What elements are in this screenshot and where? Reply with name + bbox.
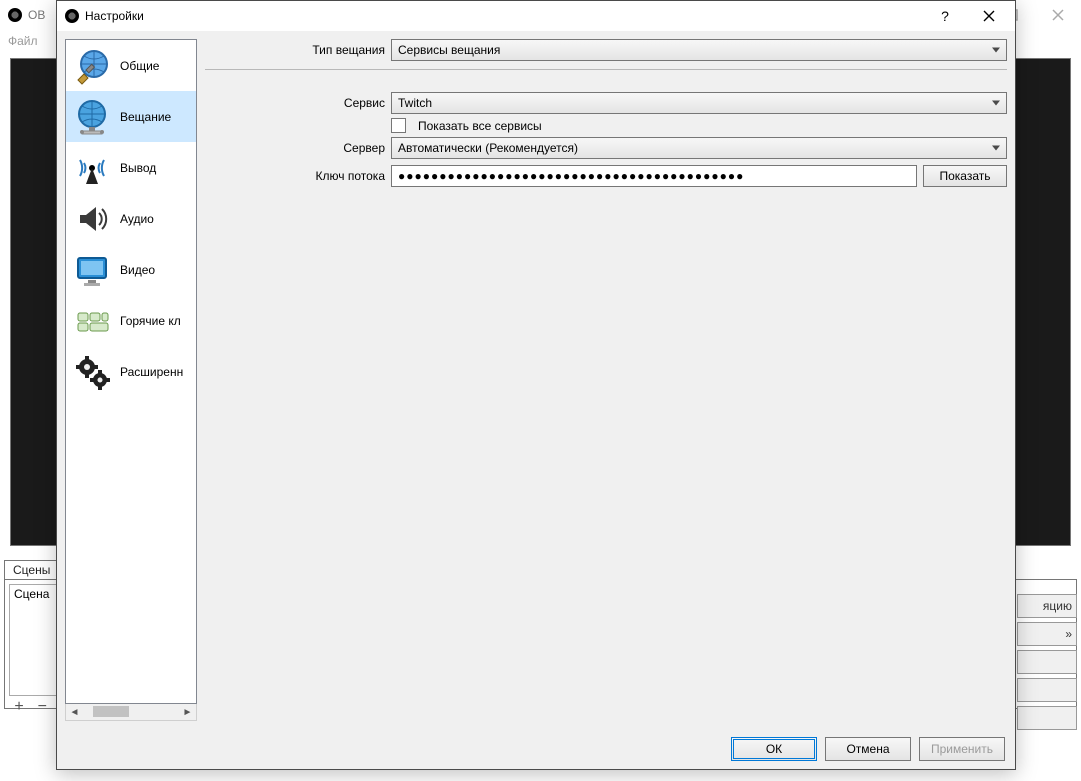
scene-remove-button[interactable]: − <box>32 698 52 716</box>
menu-file[interactable]: Файл <box>8 34 38 48</box>
antenna-icon <box>70 146 114 190</box>
dialog-footer: ОК Отмена Применить <box>57 729 1015 769</box>
server-combo[interactable]: Автоматически (Рекомендуется) <box>391 137 1007 159</box>
category-label: Горячие кл <box>120 314 181 328</box>
category-label: Видео <box>120 263 155 277</box>
globe-network-icon <box>70 95 114 139</box>
chevron-down-icon <box>992 101 1000 106</box>
right-stub-button-4[interactable] <box>1017 678 1077 702</box>
keyboard-icon <box>70 299 114 343</box>
streamkey-label: Ключ потока <box>205 169 391 183</box>
gears-icon <box>70 350 114 394</box>
category-label: Вещание <box>120 110 171 124</box>
combo-value: Twitch <box>398 96 432 110</box>
category-general[interactable]: Общие <box>66 40 196 91</box>
obs-logo-icon <box>65 9 79 23</box>
category-advanced[interactable]: Расширенн <box>66 346 196 397</box>
combo-value: Автоматически (Рекомендуется) <box>398 141 578 155</box>
category-list[interactable]: Общие Вещание <box>65 39 197 704</box>
cancel-button[interactable]: Отмена <box>825 737 911 761</box>
category-output[interactable]: Вывод <box>66 142 196 193</box>
streamkey-value: ●●●●●●●●●●●●●●●●●●●●●●●●●●●●●●●●●●●●●●●●… <box>398 169 744 183</box>
scroll-thumb[interactable] <box>93 706 129 717</box>
right-button-column: яцию » <box>1017 594 1077 734</box>
dialog-help-button[interactable]: ? <box>923 1 967 31</box>
category-hotkeys[interactable]: Горячие кл <box>66 295 196 346</box>
obs-logo-icon <box>8 8 22 22</box>
separator <box>205 69 1007 70</box>
monitor-icon <box>70 248 114 292</box>
scroll-right-arrow-icon[interactable]: ► <box>179 704 196 720</box>
server-label: Сервер <box>205 141 391 155</box>
category-label: Аудио <box>120 212 154 226</box>
main-close-button[interactable] <box>1035 0 1081 30</box>
right-stub-button-1[interactable]: яцию <box>1017 594 1077 618</box>
chevron-down-icon <box>992 48 1000 53</box>
scroll-left-arrow-icon[interactable]: ◄ <box>66 704 83 720</box>
show-key-button[interactable]: Показать <box>923 165 1007 187</box>
chevron-down-icon <box>992 146 1000 151</box>
right-stub-button-3[interactable] <box>1017 650 1077 674</box>
category-label: Расширенн <box>120 365 183 379</box>
ok-button[interactable]: ОК <box>731 737 817 761</box>
streamkey-input[interactable]: ●●●●●●●●●●●●●●●●●●●●●●●●●●●●●●●●●●●●●●●●… <box>391 165 917 187</box>
stream-type-combo[interactable]: Сервисы вещания <box>391 39 1007 61</box>
stream-type-label: Тип вещания <box>205 43 391 57</box>
speaker-icon <box>70 197 114 241</box>
scene-add-button[interactable]: + <box>9 698 29 716</box>
category-label: Вывод <box>120 161 156 175</box>
category-label: Общие <box>120 59 159 73</box>
service-combo[interactable]: Twitch <box>391 92 1007 114</box>
dialog-title: Настройки <box>85 9 923 23</box>
wrench-globe-icon <box>70 44 114 88</box>
close-icon <box>983 10 995 22</box>
scroll-track[interactable] <box>83 704 179 720</box>
category-audio[interactable]: Аудио <box>66 193 196 244</box>
sidebar-hscrollbar[interactable]: ◄ ► <box>65 704 197 721</box>
category-video[interactable]: Видео <box>66 244 196 295</box>
settings-content: Тип вещания Сервисы вещания Сервис Twitc… <box>205 39 1007 721</box>
right-stub-button-5[interactable] <box>1017 706 1077 730</box>
service-label: Сервис <box>205 96 391 110</box>
right-stub-button-2[interactable]: » <box>1017 622 1077 646</box>
apply-button[interactable]: Применить <box>919 737 1005 761</box>
settings-dialog: Настройки ? <box>56 0 1016 770</box>
main-window-title: OB <box>28 8 45 22</box>
scenes-panel-tab[interactable]: Сцены <box>4 560 59 579</box>
settings-sidebar: Общие Вещание <box>65 39 197 721</box>
category-stream[interactable]: Вещание <box>66 91 196 142</box>
show-all-services-checkbox[interactable] <box>391 118 406 133</box>
combo-value: Сервисы вещания <box>398 43 500 57</box>
dialog-close-button[interactable] <box>967 1 1011 31</box>
dialog-titlebar[interactable]: Настройки ? <box>57 1 1015 31</box>
show-all-services-label[interactable]: Показать все сервисы <box>418 119 542 133</box>
